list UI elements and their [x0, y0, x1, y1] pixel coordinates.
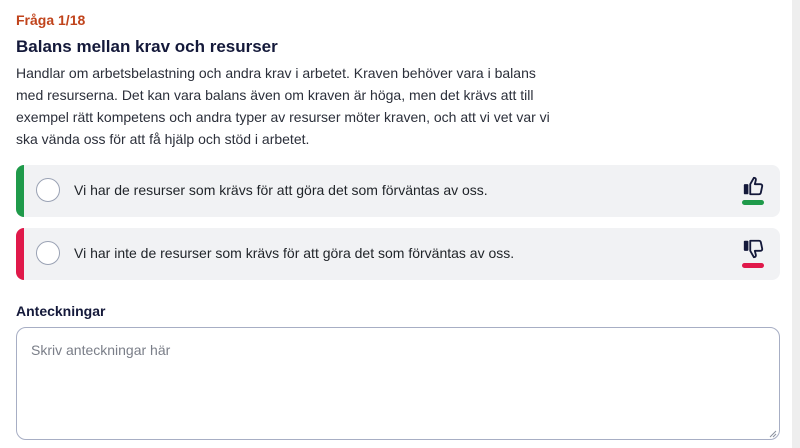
- question-description: Handlar om arbetsbelastning och andra kr…: [16, 65, 550, 147]
- answer-option-no[interactable]: Vi har inte de resurser som krävs för at…: [16, 228, 780, 280]
- thumbs-up-icon: [743, 176, 764, 196]
- question-counter: Fråga 1/18: [16, 12, 86, 28]
- radio-button-yes[interactable]: [36, 178, 60, 202]
- question-page: Fråga 1/18 Balans mellan krav och resurs…: [0, 0, 800, 448]
- option-accent-bar: [16, 165, 24, 217]
- resize-grip-icon[interactable]: [769, 430, 777, 438]
- option-accent-bar: [16, 228, 24, 280]
- negative-indicator: [742, 263, 764, 268]
- scrollbar-track[interactable]: [792, 0, 800, 448]
- thumbs-down-icon: [743, 239, 764, 259]
- notes-textarea[interactable]: [16, 327, 780, 440]
- answer-option-yes[interactable]: Vi har de resurser som krävs för att gör…: [16, 165, 780, 217]
- radio-button-no[interactable]: [36, 241, 60, 265]
- option-label-no: Vi har inte de resurser som krävs för at…: [74, 245, 515, 261]
- positive-indicator: [742, 200, 764, 205]
- notes-label: Anteckningar: [16, 303, 106, 319]
- question-title: Balans mellan krav och resurser: [16, 37, 278, 56]
- option-label-yes: Vi har de resurser som krävs för att gör…: [74, 182, 488, 198]
